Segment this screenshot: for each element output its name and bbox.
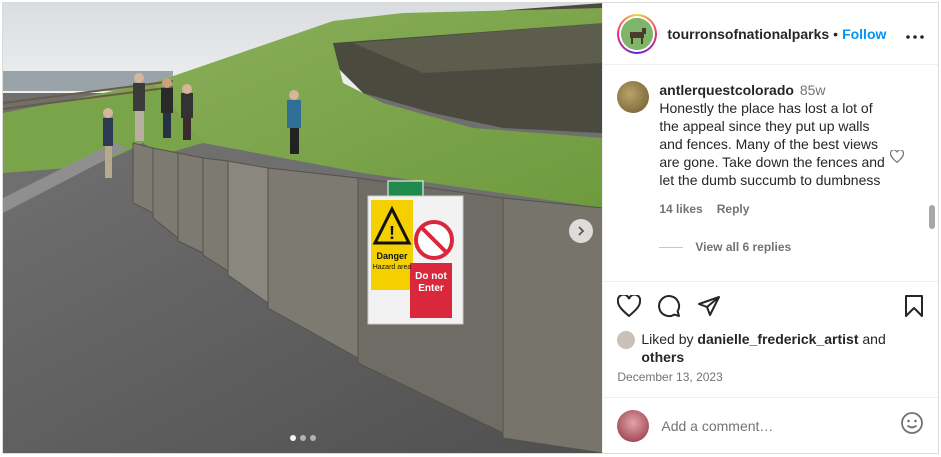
- emoji-icon: [901, 412, 923, 434]
- commenter-username[interactable]: antlerquestcolorado: [659, 82, 794, 98]
- sign-danger-sub: Hazard area: [372, 264, 412, 271]
- comment-text: Honestly the place has lost a lot of the…: [659, 100, 885, 188]
- liked-by-others[interactable]: others: [641, 349, 684, 365]
- carousel-dot: [309, 435, 316, 441]
- reply-button[interactable]: Reply: [717, 200, 750, 218]
- sign-danger-label: Danger: [376, 251, 408, 261]
- post-date[interactable]: December 13, 2023: [617, 370, 924, 384]
- heart-icon: [890, 149, 905, 164]
- author-username[interactable]: tourronsofnationalparks: [667, 26, 829, 42]
- liked-by-and: and: [862, 331, 886, 347]
- carousel-indicator: [3, 435, 602, 441]
- add-comment-bar: [603, 397, 938, 453]
- replies-line: [659, 246, 684, 248]
- svg-text:!: !: [389, 223, 395, 243]
- share-button[interactable]: [697, 294, 721, 323]
- post-header: tourronsofnationalparks • Follow: [603, 3, 938, 65]
- comment-like-button[interactable]: [890, 149, 905, 168]
- comment-time: 85w: [799, 82, 826, 98]
- heart-icon: [617, 293, 642, 317]
- liked-by-prefix: Liked by: [641, 331, 694, 347]
- liker-username[interactable]: danielle_frederick_artist: [697, 331, 858, 347]
- current-user-avatar: [617, 409, 650, 442]
- more-options-button[interactable]: [906, 22, 924, 45]
- chevron-right-icon: [578, 226, 585, 236]
- bookmark-icon: [905, 294, 923, 317]
- sign-danger-text: Danger Hazard area: [372, 251, 412, 273]
- comment-input[interactable]: [661, 417, 862, 434]
- comment-item: antlerquestcolorado 85w Honestly the pla…: [617, 81, 924, 218]
- cliff-photo: !: [3, 3, 603, 453]
- commenter-avatar[interactable]: [617, 81, 650, 113]
- liked-by: Liked by danielle_frederick_artist and o…: [617, 330, 924, 366]
- liker-avatar[interactable]: [617, 331, 636, 349]
- carousel-dot: [299, 435, 306, 441]
- follow-button[interactable]: Follow: [842, 26, 886, 42]
- share-icon: [698, 295, 721, 316]
- deer-avatar-icon: [621, 17, 654, 50]
- save-button[interactable]: [904, 294, 924, 323]
- emoji-button[interactable]: [900, 411, 924, 440]
- view-replies-button[interactable]: View all 6 replies: [659, 240, 924, 254]
- next-photo-button[interactable]: [569, 219, 593, 243]
- comment-icon: [658, 294, 681, 317]
- carousel-dot: [289, 435, 296, 441]
- like-button[interactable]: [617, 293, 642, 322]
- view-replies-label: View all 6 replies: [695, 240, 792, 254]
- comment-likes[interactable]: 14 likes: [659, 200, 702, 218]
- post-panel: tourronsofnationalparks • Follow antlerq…: [602, 3, 938, 453]
- comments-section[interactable]: antlerquestcolorado 85w Honestly the pla…: [603, 65, 938, 281]
- comment-button[interactable]: [657, 294, 681, 323]
- more-icon: [906, 35, 924, 39]
- separator-dot: •: [833, 25, 839, 42]
- post-dialog: ! Danger Hazard area Do not Enter tourro…: [2, 2, 939, 454]
- scrollbar[interactable]: [929, 205, 935, 229]
- post-actions: Liked by danielle_frederick_artist and o…: [603, 281, 938, 397]
- post-photo[interactable]: ! Danger Hazard area Do not Enter: [3, 3, 603, 453]
- sign-enter-text: Do not Enter: [415, 271, 447, 294]
- author-avatar[interactable]: [617, 13, 658, 54]
